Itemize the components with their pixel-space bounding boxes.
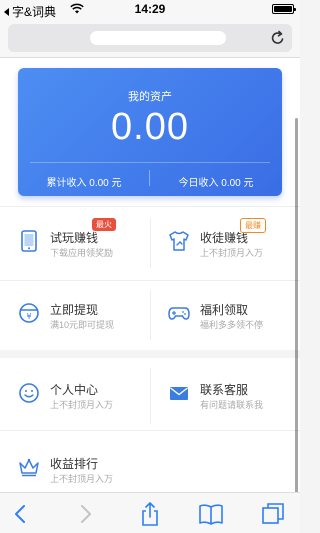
mail-icon <box>170 387 188 400</box>
new-badge: 最赚 <box>240 218 266 233</box>
page-content: 我的资产 0.00 累计收入 0.00 元 今日收入 0.00 元 试玩赚钱 下… <box>0 58 300 492</box>
menu-item-welfare[interactable]: 福利领取 福利多多领不停 <box>150 280 300 350</box>
menu-item-withdraw[interactable]: ¥ 立即提现 满10元即可提现 <box>0 280 150 350</box>
url-text[interactable] <box>90 31 226 45</box>
coin-icon: ¥ <box>19 303 39 323</box>
menu-item-title: 福利领取 <box>200 303 249 317</box>
asset-divider <box>30 162 270 163</box>
tabs-icon[interactable] <box>260 501 286 527</box>
divider <box>0 206 300 207</box>
phone-icon <box>21 230 37 252</box>
crown-icon <box>19 458 39 477</box>
back-icon[interactable] <box>8 501 34 527</box>
scrollbar[interactable] <box>295 118 298 492</box>
battery-icon <box>272 4 296 14</box>
menu-item-title: 立即提现 <box>50 303 99 317</box>
total-income: 累计收入 0.00 元 <box>46 178 122 189</box>
menu-item-ranking[interactable]: 收益排行 上不封顶月入万 <box>0 434 150 492</box>
menu-item-subtitle: 满10元即可提现 <box>50 320 115 330</box>
section-gap <box>0 350 300 358</box>
browser-toolbar <box>0 492 300 533</box>
asset-card: 我的资产 0.00 累计收入 0.00 元 今日收入 0.00 元 <box>18 68 282 196</box>
browser-address-area <box>0 18 300 58</box>
menu-item-subtitle: 福利多多领不停 <box>200 320 264 330</box>
menu-item-subtitle: 上不封顶月入万 <box>200 248 264 258</box>
shirt-icon <box>169 231 189 251</box>
reload-icon[interactable] <box>270 30 286 46</box>
menu-item-recruit[interactable]: 收徒赚钱 上不封顶月入万 最赚 <box>150 208 300 278</box>
hot-badge: 最火 <box>92 218 116 231</box>
menu-item-subtitle: 有问题请联系我 <box>200 400 264 410</box>
menu-item-subtitle: 下载应用领奖励 <box>50 248 114 258</box>
gamepad-icon <box>168 307 190 320</box>
menu-item-subtitle: 上不封顶月入万 <box>50 400 114 410</box>
menu-item-title: 收益排行 <box>50 457 99 471</box>
forward-icon[interactable] <box>72 501 98 527</box>
menu-item-title: 联系客服 <box>200 383 249 397</box>
smiley-icon <box>19 383 39 403</box>
clock: 14:29 <box>134 2 166 16</box>
svg-text:¥: ¥ <box>26 312 31 321</box>
status-bar: 字&词典 14:29 <box>0 0 300 19</box>
menu-item-title: 试玩赚钱 <box>50 231 99 245</box>
menu-item-title: 个人中心 <box>50 383 99 397</box>
divider <box>0 430 300 431</box>
asset-amount: 0.00 <box>111 106 189 148</box>
asset-title: 我的资产 <box>128 91 172 103</box>
bookmarks-icon[interactable] <box>198 501 224 527</box>
share-icon[interactable] <box>137 501 163 527</box>
menu-item-personal-center[interactable]: 个人中心 上不封顶月入万 <box>0 360 150 430</box>
today-income: 今日收入 0.00 元 <box>178 178 254 189</box>
url-bar[interactable] <box>8 24 292 52</box>
menu-item-subtitle: 上不封顶月入万 <box>50 474 114 484</box>
menu-item-try-play[interactable]: 试玩赚钱 下载应用领奖励 最火 <box>0 208 150 278</box>
menu-item-support[interactable]: 联系客服 有问题请联系我 <box>150 360 300 430</box>
